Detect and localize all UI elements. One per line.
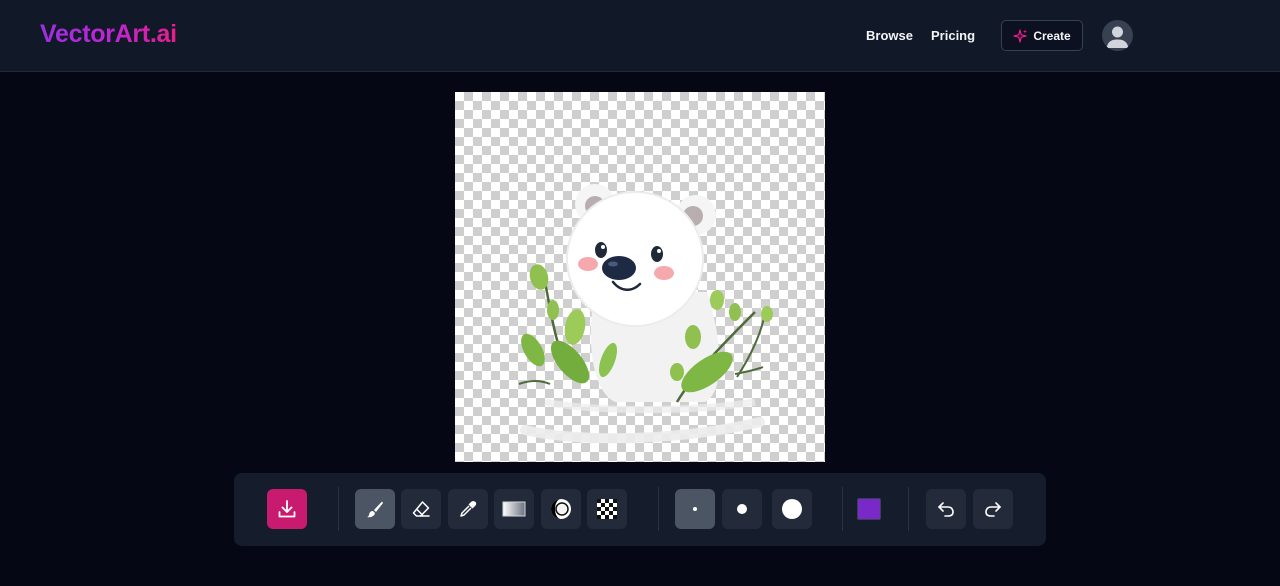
editor-toolbar	[234, 473, 1046, 546]
brush-size-large-button[interactable]	[772, 489, 812, 529]
download-button[interactable]	[267, 489, 307, 529]
toolbar-divider	[842, 487, 843, 531]
toolbar-divider	[658, 487, 659, 531]
gradient-icon	[502, 501, 526, 517]
transparency-icon	[597, 499, 617, 519]
gradient-tool-button[interactable]	[494, 489, 534, 529]
polar-bear-illustration	[518, 184, 773, 444]
eyedropper-tool-button[interactable]	[448, 489, 488, 529]
undo-icon	[938, 502, 954, 517]
toolbar-divider	[338, 487, 339, 531]
download-icon	[278, 500, 296, 518]
brush-tool-button[interactable]	[355, 489, 395, 529]
transparency-tool-button[interactable]	[587, 489, 627, 529]
redo-button[interactable]	[973, 489, 1013, 529]
blur-tool-button[interactable]	[541, 489, 581, 529]
sparkle-icon	[1013, 28, 1028, 43]
brush-size-medium-button[interactable]	[722, 489, 762, 529]
eyedropper-icon	[460, 501, 477, 517]
color-swatch[interactable]	[857, 498, 881, 520]
toolbar-divider	[908, 487, 909, 531]
brush-icon	[367, 501, 383, 518]
top-navbar: VectorArt.ai Browse Pricing Create	[0, 0, 1280, 72]
brush-size-small-button[interactable]	[675, 489, 715, 529]
small-dot-icon	[693, 507, 697, 511]
nav-browse-link[interactable]: Browse	[866, 28, 913, 43]
eraser-tool-button[interactable]	[401, 489, 441, 529]
eraser-icon	[412, 501, 430, 517]
user-avatar-icon[interactable]	[1102, 20, 1133, 51]
nav-pricing-link[interactable]: Pricing	[931, 28, 975, 43]
redo-icon	[985, 502, 1001, 517]
create-button[interactable]: Create	[1001, 20, 1083, 51]
create-button-label: Create	[1033, 28, 1071, 43]
blur-icon	[551, 499, 571, 519]
large-dot-icon	[782, 499, 802, 519]
image-canvas[interactable]	[455, 92, 825, 462]
logo[interactable]: VectorArt.ai	[40, 20, 177, 49]
undo-button[interactable]	[926, 489, 966, 529]
medium-dot-icon	[737, 504, 747, 514]
